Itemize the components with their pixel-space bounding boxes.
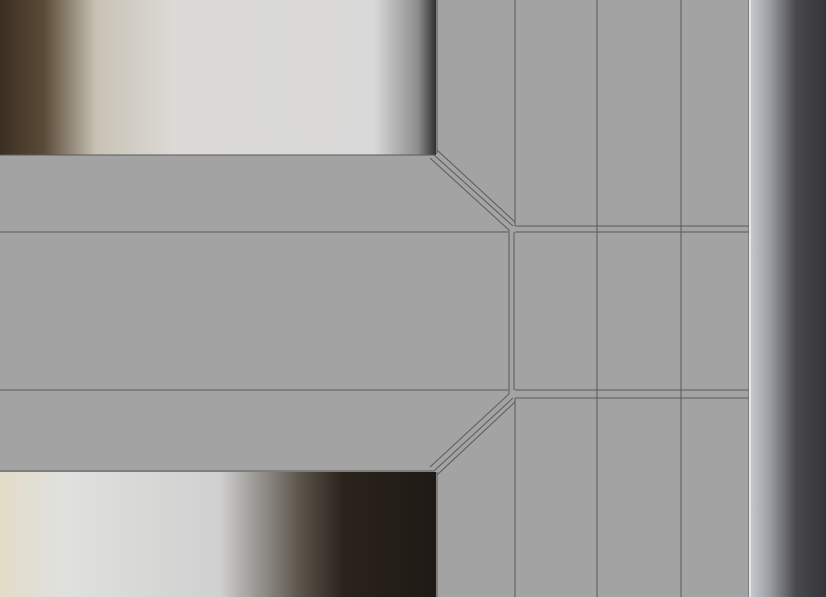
backdrop-bottom-left [0, 470, 440, 597]
backdrop-right-edge [750, 0, 826, 597]
3d-viewport[interactable] [0, 0, 826, 597]
backdrop-top-left [0, 0, 440, 157]
viewport-canvas[interactable] [0, 0, 826, 597]
